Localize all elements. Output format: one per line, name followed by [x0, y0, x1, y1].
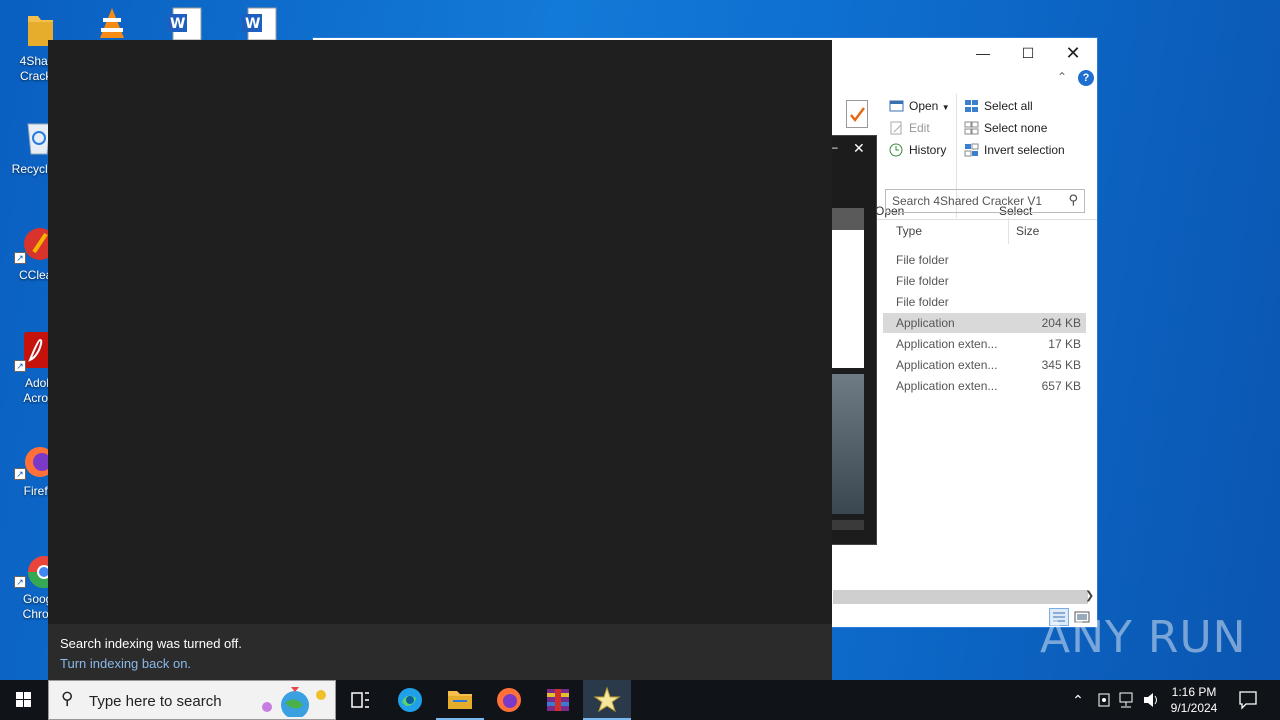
minimize-button[interactable]: —: [961, 42, 1005, 64]
close-button[interactable]: ✕: [1051, 42, 1095, 64]
help-icon[interactable]: ?: [1078, 70, 1094, 86]
vlc-icon[interactable]: [94, 6, 134, 40]
dropdown-arrow-icon: ▼: [941, 103, 950, 112]
volume-icon[interactable]: [1140, 680, 1162, 720]
horizontal-scrollbar[interactable]: [833, 590, 1088, 604]
search-input[interactable]: Search 4Shared Cracker V1 ⚲: [885, 189, 1085, 213]
firefox-icon: [497, 688, 521, 712]
invert-selection-icon: [964, 143, 979, 157]
file-row[interactable]: File folder: [883, 292, 1086, 312]
watermark-text: ANY RUN: [1040, 612, 1247, 663]
taskbar-search-box[interactable]: ⚲ Type here to search: [48, 680, 336, 720]
indexing-message: Search indexing was turned off.: [60, 636, 242, 651]
history-icon: [889, 143, 904, 157]
edit-button[interactable]: Edit: [889, 118, 930, 138]
cracker-app-taskbar-button[interactable]: [583, 680, 631, 720]
file-type: File folder: [896, 295, 949, 309]
clock-time: 1:16 PM: [1171, 685, 1217, 699]
file-type: Application: [896, 316, 955, 330]
select-all-icon: [964, 99, 979, 113]
search-highlight-icon: [255, 683, 331, 719]
svg-text:W: W: [170, 16, 185, 32]
maximize-button[interactable]: ☐: [1006, 42, 1050, 64]
file-size: 17 KB: [1048, 337, 1081, 351]
firefox-taskbar-button[interactable]: [485, 680, 533, 720]
dialog-close-button[interactable]: ✕: [853, 140, 865, 157]
select-none-icon: [964, 121, 979, 135]
network-icon[interactable]: [1116, 680, 1138, 720]
file-size: 657 KB: [1041, 379, 1081, 393]
open-icon: [889, 99, 904, 113]
shortcut-arrow-icon: ↗: [14, 576, 26, 588]
clock-date: 9/1/2024: [1170, 701, 1218, 715]
select-none-button[interactable]: Select none: [964, 118, 1047, 138]
shortcut-arrow-icon: ↗: [14, 360, 26, 372]
file-explorer-taskbar-button[interactable]: [436, 680, 484, 720]
taskbar-clock[interactable]: 1:16 PM 9/1/2024: [1164, 684, 1224, 716]
search-icon: ⚲: [1068, 192, 1078, 207]
folder-icon: [448, 691, 472, 709]
file-type: File folder: [896, 274, 949, 288]
file-row[interactable]: File folder: [883, 250, 1086, 270]
file-row[interactable]: Application exten... 345 KB: [883, 355, 1086, 375]
history-label: History: [909, 143, 947, 157]
network-drive-icon[interactable]: [1094, 680, 1114, 720]
edit-label: Edit: [909, 121, 930, 135]
invert-selection-label: Invert selection: [984, 143, 1065, 157]
taskbar: ⚲ Type here to search ⌃ 1:16 PM 9/1/2024: [0, 680, 1280, 720]
task-view-button[interactable]: [336, 680, 384, 720]
file-row-selected[interactable]: Application 204 KB: [883, 313, 1086, 333]
history-button[interactable]: History: [889, 140, 946, 160]
file-row[interactable]: Application exten... 17 KB: [883, 334, 1086, 354]
scroll-right-icon[interactable]: ❯: [1085, 589, 1094, 602]
properties-icon[interactable]: [846, 100, 868, 128]
select-all-button[interactable]: Select all: [964, 96, 1033, 116]
winrar-taskbar-button[interactable]: [534, 680, 582, 720]
column-header-size[interactable]: Size: [1016, 224, 1039, 238]
column-header-type[interactable]: Type: [896, 224, 922, 238]
file-type: Application exten...: [896, 358, 998, 372]
select-none-label: Select none: [984, 121, 1048, 135]
search-icon: ⚲: [61, 689, 74, 708]
file-row[interactable]: File folder: [883, 271, 1086, 291]
panel-footer: Search indexing was turned off. Turn ind…: [48, 624, 832, 680]
edge-icon: [398, 688, 422, 712]
winrar-icon: [547, 689, 569, 711]
open-button[interactable]: Open ▼: [889, 96, 950, 116]
dialog-minimize-button[interactable]: –: [831, 140, 838, 154]
star-app-icon: [593, 686, 621, 713]
turn-indexing-on-link[interactable]: Turn indexing back on.: [60, 654, 820, 674]
search-placeholder: Search 4Shared Cracker V1: [892, 194, 1043, 208]
shortcut-arrow-icon: ↗: [14, 468, 26, 480]
search-panel: Search indexing was turned off. Turn ind…: [48, 40, 832, 680]
windows-logo-icon: [16, 692, 31, 707]
notification-icon: [1239, 691, 1257, 710]
word-doc-icon[interactable]: W: [165, 6, 205, 41]
show-hidden-icons-button[interactable]: ⌃: [1068, 680, 1088, 720]
edge-taskbar-button[interactable]: [386, 680, 434, 720]
word-doc-icon[interactable]: W: [240, 6, 280, 41]
edit-icon: [889, 121, 904, 135]
file-size: 345 KB: [1041, 358, 1081, 372]
file-type: File folder: [896, 253, 949, 267]
file-row[interactable]: Application exten... 657 KB: [883, 376, 1086, 396]
file-type: Application exten...: [896, 379, 998, 393]
invert-selection-button[interactable]: Invert selection: [964, 140, 1065, 160]
anyrun-watermark: ANY RUN: [1040, 612, 1247, 663]
open-label: Open: [909, 99, 939, 113]
collapse-ribbon-icon[interactable]: ⌃: [1057, 70, 1067, 84]
select-all-label: Select all: [984, 99, 1033, 113]
shortcut-arrow-icon: ↗: [14, 252, 26, 264]
task-view-icon: [351, 692, 369, 708]
column-divider: [1008, 218, 1009, 244]
notification-center-button[interactable]: [1236, 680, 1260, 720]
file-type: Application exten...: [896, 337, 998, 351]
svg-text:W: W: [245, 16, 260, 32]
taskbar-search-placeholder: Type here to search: [89, 693, 222, 710]
file-size: 204 KB: [1041, 316, 1081, 330]
start-button[interactable]: [0, 680, 48, 720]
